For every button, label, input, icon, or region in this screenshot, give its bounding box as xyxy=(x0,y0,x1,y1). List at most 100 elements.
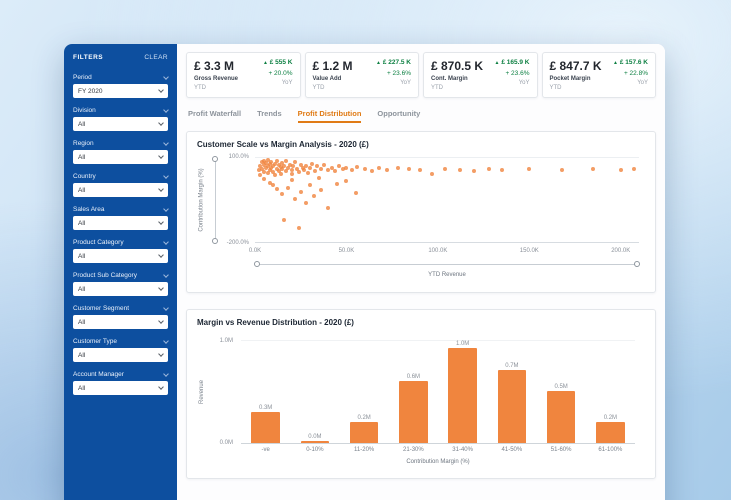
scatter-point[interactable] xyxy=(274,158,279,163)
scatter-point[interactable] xyxy=(274,187,279,192)
scatter-point[interactable] xyxy=(377,166,382,171)
slider-handle-left[interactable] xyxy=(254,261,260,267)
bar[interactable] xyxy=(497,370,527,443)
scatter-point[interactable] xyxy=(499,168,504,173)
collapse-chevron-icon[interactable] xyxy=(163,304,169,311)
collapse-chevron-icon[interactable] xyxy=(163,139,169,146)
collapse-chevron-icon[interactable] xyxy=(163,106,169,113)
bar[interactable] xyxy=(448,348,477,443)
scatter-point[interactable] xyxy=(293,160,298,165)
scatter-point[interactable] xyxy=(335,181,340,186)
scatter-point[interactable] xyxy=(293,196,298,201)
scatter-point[interactable] xyxy=(273,173,278,178)
bar[interactable] xyxy=(399,380,428,443)
account-manager-dropdown[interactable]: All xyxy=(73,381,168,395)
scatter-point[interactable] xyxy=(355,164,360,169)
scatter-point[interactable] xyxy=(591,167,596,172)
bar[interactable] xyxy=(546,391,576,443)
customer-segment-dropdown[interactable]: All xyxy=(73,315,168,329)
scatter-point[interactable] xyxy=(285,186,290,191)
scatter-point[interactable] xyxy=(280,192,285,197)
scatter-point[interactable] xyxy=(282,217,287,222)
kpi-label: Cont. Margin xyxy=(431,76,468,82)
scatter-point[interactable] xyxy=(309,162,314,167)
bar[interactable] xyxy=(251,411,280,443)
y-axis-range-slider[interactable] xyxy=(211,156,219,244)
scatter-point[interactable] xyxy=(289,178,294,183)
scatter-point[interactable] xyxy=(370,168,375,173)
collapse-chevron-icon[interactable] xyxy=(163,172,169,179)
scatter-point[interactable] xyxy=(326,206,331,211)
scatter-point[interactable] xyxy=(289,171,294,176)
scatter-point[interactable] xyxy=(306,171,311,176)
kpi-period: YTD xyxy=(431,85,443,91)
scatter-point[interactable] xyxy=(284,169,289,174)
region-dropdown[interactable]: All xyxy=(73,150,168,164)
tab-profit-distribution[interactable]: Profit Distribution xyxy=(297,109,362,123)
scatter-point[interactable] xyxy=(384,167,389,172)
scatter-point[interactable] xyxy=(311,193,316,198)
scatter-point[interactable] xyxy=(265,171,270,176)
collapse-chevron-icon[interactable] xyxy=(163,337,169,344)
sales-area-dropdown[interactable]: All xyxy=(73,216,168,230)
scatter-point[interactable] xyxy=(278,171,283,176)
scatter-point[interactable] xyxy=(487,167,492,172)
scatter-point[interactable] xyxy=(560,168,565,173)
scatter-point[interactable] xyxy=(313,168,318,173)
tab-profit-waterfall[interactable]: Profit Waterfall xyxy=(188,109,241,123)
tab-opportunity[interactable]: Opportunity xyxy=(377,109,420,123)
period-dropdown[interactable]: FY 2020 xyxy=(73,84,168,98)
scatter-point[interactable] xyxy=(304,200,309,205)
collapse-chevron-icon[interactable] xyxy=(163,238,169,245)
scatter-point[interactable] xyxy=(307,182,312,187)
collapse-chevron-icon[interactable] xyxy=(163,205,169,212)
scatter-point[interactable] xyxy=(344,166,349,171)
scatter-point[interactable] xyxy=(298,189,303,194)
scatter-point[interactable] xyxy=(457,168,462,173)
chevron-down-icon xyxy=(158,120,164,126)
bar[interactable] xyxy=(596,422,625,443)
tab-trends[interactable]: Trends xyxy=(257,109,282,123)
scatter-point[interactable] xyxy=(353,191,358,195)
scatter-point[interactable] xyxy=(318,166,323,171)
scatter-point[interactable] xyxy=(362,167,367,172)
country-dropdown[interactable]: All xyxy=(73,183,168,197)
scatter-point[interactable] xyxy=(443,167,448,172)
scatter-point[interactable] xyxy=(618,168,623,173)
scatter-point[interactable] xyxy=(322,163,327,168)
scatter-point[interactable] xyxy=(262,177,267,181)
bar[interactable] xyxy=(349,422,379,443)
scatter-point[interactable] xyxy=(344,178,349,183)
scatter-point[interactable] xyxy=(406,167,411,172)
scatter-point[interactable] xyxy=(333,169,338,174)
scatter-point[interactable] xyxy=(395,166,400,171)
x-axis-range-slider[interactable] xyxy=(254,261,640,269)
scatter-point[interactable] xyxy=(296,226,301,230)
collapse-chevron-icon[interactable] xyxy=(163,271,169,278)
slider-handle-right[interactable] xyxy=(634,261,640,267)
product-sub-category-dropdown[interactable]: All xyxy=(73,282,168,296)
division-dropdown[interactable]: All xyxy=(73,117,168,131)
scatter-point[interactable] xyxy=(296,170,301,174)
scatter-point[interactable] xyxy=(349,168,354,173)
scatter-point[interactable] xyxy=(472,168,477,173)
scatter-point[interactable] xyxy=(318,188,323,193)
collapse-chevron-icon[interactable] xyxy=(163,73,169,80)
scatter-point[interactable] xyxy=(307,166,312,171)
scatter-point[interactable] xyxy=(430,172,435,177)
customer-type-dropdown[interactable]: All xyxy=(73,348,168,362)
scatter-point[interactable] xyxy=(527,166,532,171)
bar-column: 0.2M xyxy=(340,341,389,443)
clear-filters-button[interactable]: CLEAR xyxy=(144,54,168,61)
scatter-point[interactable] xyxy=(417,168,422,173)
bar-value-label: 0.2M xyxy=(357,415,371,422)
slider-handle-bottom[interactable] xyxy=(212,238,218,244)
slider-handle-top[interactable] xyxy=(212,156,218,162)
scatter-point[interactable] xyxy=(317,176,321,181)
scatter-point[interactable] xyxy=(631,167,636,172)
dashboard-window: FILTERS CLEAR Period FY 2020 Division Al… xyxy=(64,44,665,500)
bar[interactable] xyxy=(300,441,330,443)
filter-label: Region xyxy=(73,140,94,147)
collapse-chevron-icon[interactable] xyxy=(163,370,169,377)
product-category-dropdown[interactable]: All xyxy=(73,249,168,263)
